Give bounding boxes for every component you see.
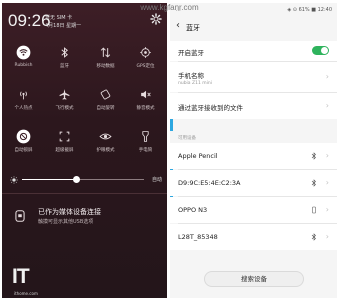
- notification-shade: 09:26 暂无 SIM 卡 4月18日 星期一 Rubbish 蓝牙 移动数据…: [2, 3, 167, 298]
- lock-icon: [16, 129, 31, 144]
- chevron-right-icon: ›: [325, 232, 329, 241]
- tile-airplane[interactable]: 飞行模式: [48, 87, 81, 111]
- tile-mute[interactable]: 静音模式: [129, 87, 162, 111]
- bluetooth-toggle[interactable]: [312, 46, 329, 55]
- usb-notification[interactable]: 已作为媒体设备连接 触摸可显示其他USB选项: [2, 199, 167, 233]
- usb-subtitle: 触摸可显示其他USB选项: [38, 219, 94, 225]
- tile-label: 个人热点: [14, 106, 33, 111]
- section-title: 可用设备: [178, 136, 196, 141]
- device-name: D9:9C:E5:4E:C2:3A: [178, 179, 241, 187]
- ithome-logo: IT ithome.com: [12, 265, 72, 296]
- date-text: 4月18日 星期一: [45, 23, 82, 29]
- tile-auto-lock[interactable]: 自动锁屏: [7, 129, 40, 153]
- tile-wifi[interactable]: Rubbish: [7, 45, 40, 68]
- bluetooth-icon: [57, 45, 72, 60]
- received-files-row[interactable]: 通过蓝牙接收到的文件 ›: [170, 93, 337, 119]
- device-row[interactable]: Apple Pencil ›: [170, 143, 337, 169]
- bluetooth-icon: [311, 233, 316, 241]
- tile-label: GPS定位: [136, 64, 155, 69]
- device-row[interactable]: OPPO N3 ›: [170, 197, 337, 223]
- device-row[interactable]: D9:9C:E5:4E:C2:3A ›: [170, 170, 337, 196]
- device-name-label: 手机名称: [178, 72, 204, 80]
- tile-rotate[interactable]: 自动旋转: [89, 87, 122, 111]
- wifi-icon: [16, 45, 31, 60]
- bluetooth-toggle-label: 开启蓝牙: [178, 49, 204, 57]
- tile-label: 移动数据: [96, 64, 115, 69]
- usb-icon: [15, 210, 25, 222]
- device-name-value: nubia Z11 mini: [178, 81, 212, 86]
- tile-label: 超级截屏: [55, 148, 74, 153]
- tile-label: 护眼模式: [96, 148, 115, 153]
- bluetooth-settings-screen: ... ◈ ⊙ 61% ■ 12:40 ‹ 蓝牙 开启蓝牙 手机名称 nubia…: [170, 3, 337, 298]
- rotate-icon: [98, 87, 113, 102]
- tile-mobile-data[interactable]: 移动数据: [89, 45, 122, 69]
- page-title: 蓝牙: [186, 24, 200, 32]
- brightness-knob[interactable]: [73, 176, 81, 183]
- location-icon: [138, 45, 153, 60]
- flashlight-icon: [138, 129, 153, 144]
- chevron-right-icon: ›: [325, 151, 329, 160]
- mobile-data-icon: [98, 45, 113, 60]
- device-name-row[interactable]: 手机名称 nubia Z11 mini ›: [170, 62, 337, 92]
- chevron-right-icon: ›: [325, 178, 329, 187]
- bluetooth-icon: [311, 179, 316, 187]
- brightness-slider[interactable]: 自动: [10, 175, 162, 185]
- tile-gps[interactable]: GPS定位: [129, 45, 162, 69]
- chevron-right-icon: ›: [325, 72, 329, 81]
- device-name: OPPO N3: [178, 206, 208, 214]
- carrier-text: 暂无 SIM 卡: [45, 15, 73, 21]
- eye-care-icon: [98, 129, 113, 144]
- brightness-icon: [10, 176, 18, 184]
- brightness-fill: [22, 179, 77, 180]
- tile-label: 飞行模式: [55, 106, 74, 111]
- gear-icon[interactable]: [150, 13, 162, 25]
- tile-label: 自动旋转: [96, 106, 115, 111]
- chevron-right-icon: ›: [325, 101, 329, 110]
- device-row[interactable]: L28T_85348 ›: [170, 224, 337, 250]
- tile-bluetooth[interactable]: 蓝牙: [48, 45, 81, 69]
- tile-eye-care[interactable]: 护眼模式: [89, 129, 122, 153]
- hotspot-icon: [16, 87, 31, 102]
- device-name: Apple Pencil: [178, 152, 218, 160]
- tile-flashlight[interactable]: 手电筒: [129, 129, 162, 153]
- tile-label: 静音模式: [136, 106, 155, 111]
- bluetooth-icon: [311, 152, 316, 160]
- nav-bar: ‹ 蓝牙: [170, 17, 337, 37]
- airplane-icon: [57, 87, 72, 102]
- tile-screenshot[interactable]: 超级截屏: [48, 129, 81, 153]
- logo-text: IT: [12, 265, 30, 288]
- mute-icon: [138, 87, 153, 102]
- logo-site: ithome.com: [14, 291, 38, 296]
- brightness-auto-label[interactable]: 自动: [152, 176, 162, 183]
- divider: [2, 193, 167, 194]
- tile-label: 蓝牙: [60, 64, 69, 69]
- tile-label: Rubbish: [14, 63, 33, 68]
- back-icon[interactable]: ‹: [176, 20, 180, 31]
- tile-hotspot[interactable]: 个人热点: [7, 87, 40, 111]
- scan-devices-button[interactable]: 搜索设备: [204, 271, 304, 287]
- device-name: L28T_85348: [178, 233, 218, 241]
- phone-icon: [312, 206, 316, 214]
- screenshot-icon: [57, 129, 72, 144]
- received-files-label: 通过蓝牙接收到的文件: [178, 104, 243, 112]
- bluetooth-toggle-row[interactable]: 开启蓝牙: [170, 41, 337, 61]
- tile-label: 自动锁屏: [14, 148, 33, 153]
- available-devices-header: 可用设备: [170, 131, 337, 143]
- chevron-right-icon: ›: [325, 205, 329, 214]
- tile-label: 手电筒: [138, 148, 153, 153]
- watermark-text: www.kgfanr.com: [140, 3, 199, 12]
- usb-title: 已作为媒体设备连接: [38, 208, 101, 216]
